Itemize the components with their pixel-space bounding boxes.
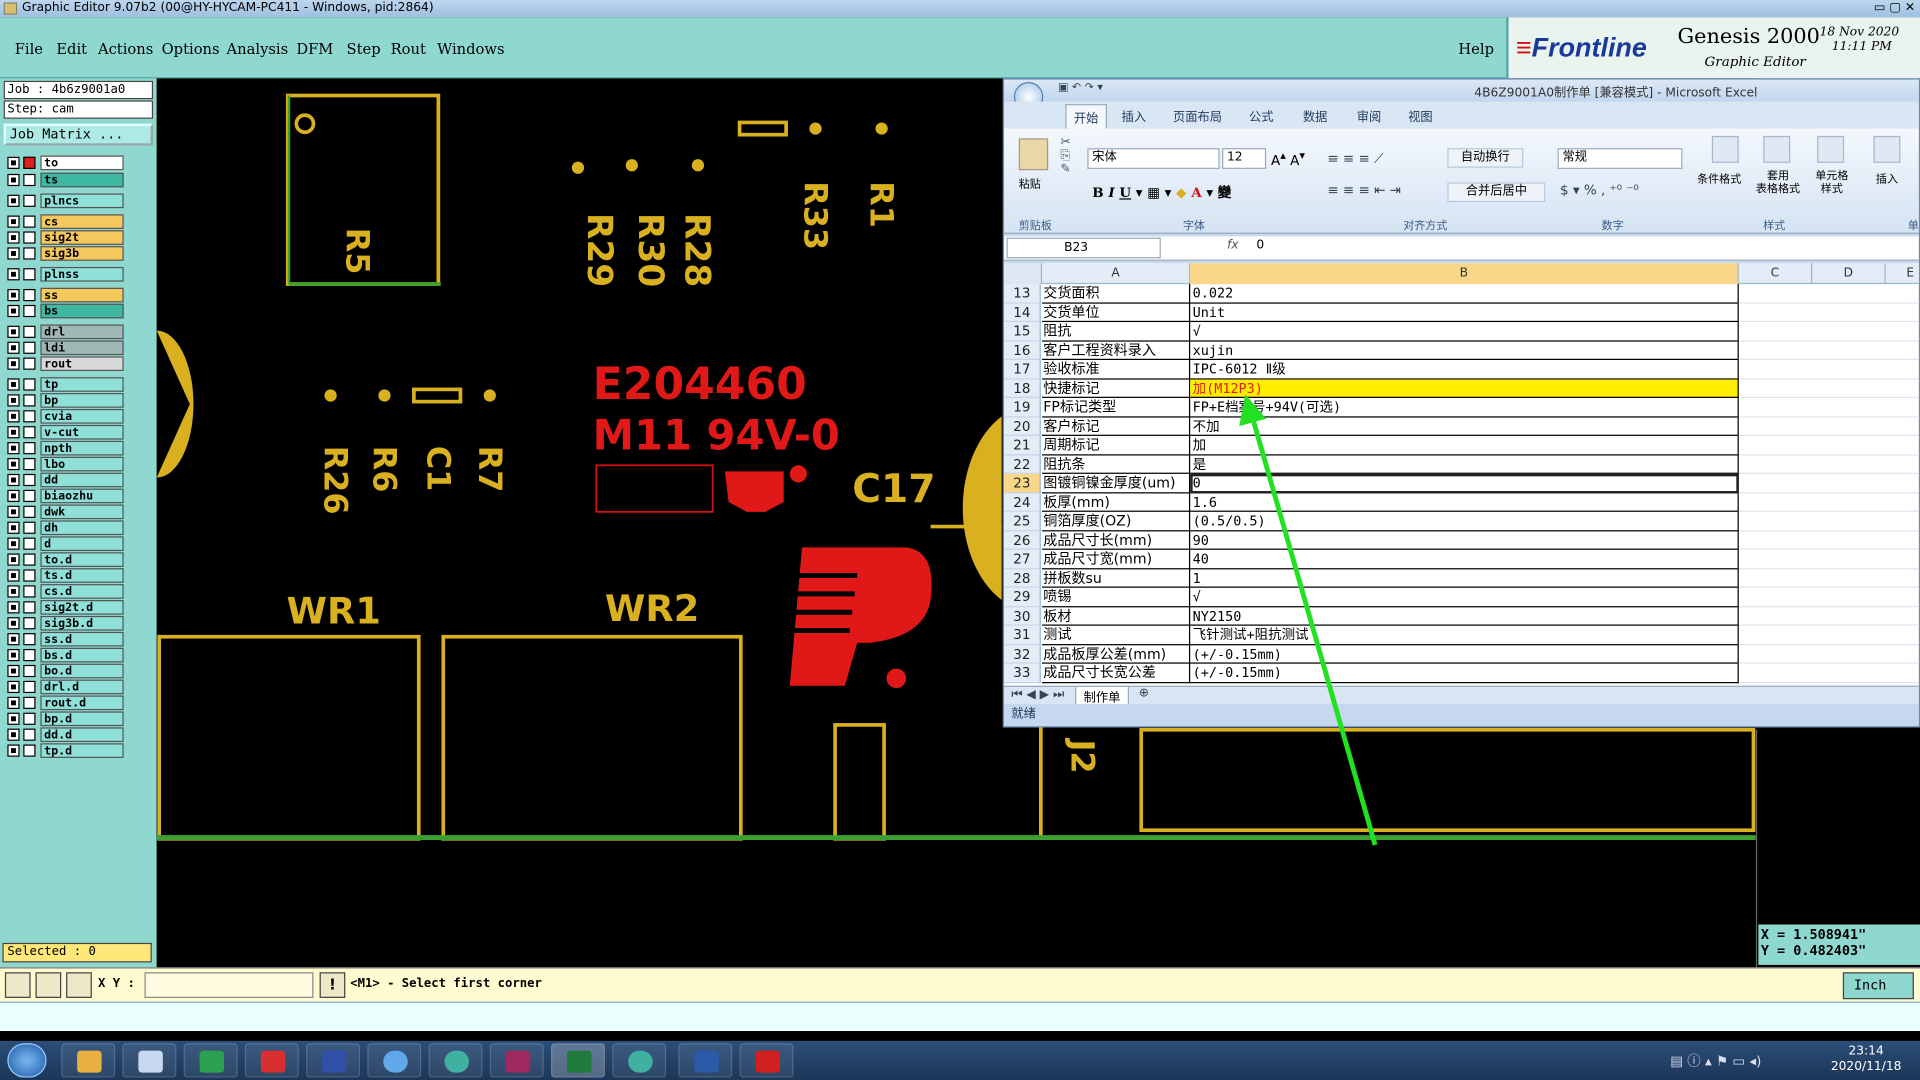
taskbar-app-viewer[interactable] (612, 1043, 667, 1078)
taskbar-app-save[interactable] (306, 1043, 361, 1078)
taskbar-app-x[interactable] (489, 1043, 544, 1078)
taskbar-app-genesis[interactable] (183, 1043, 238, 1078)
taskbar-app-pdf[interactable] (739, 1043, 794, 1078)
tray-icons[interactable]: ▤ ⓘ ▴ ⚑ ▭ ◂) (1670, 1051, 1761, 1071)
taskbar: ▤ ⓘ ▴ ⚑ ▭ ◂) (0, 1040, 1920, 1080)
message-bar (0, 1001, 1920, 1032)
taskbar-app-notepad[interactable] (122, 1043, 177, 1078)
units-selector[interactable]: Inch (1842, 972, 1914, 1000)
command-bar: X Y : ! <M1> - Select first corner Inch (0, 967, 1920, 1002)
taskbar-app-excel[interactable] (551, 1043, 605, 1078)
taskbar-app-eye[interactable] (428, 1043, 483, 1078)
clock-time: 23:14 (1848, 1044, 1884, 1058)
taskbar-clock[interactable]: 23:14 2020/11/18 (1812, 1043, 1920, 1077)
command-prompt: <M1> - Select first corner (350, 977, 542, 991)
taskbar-app-word[interactable] (678, 1043, 733, 1078)
taskbar-app-1[interactable] (61, 1043, 116, 1078)
start-button-icon[interactable] (7, 1043, 47, 1078)
zoom-box-icon[interactable] (4, 972, 31, 998)
zoom-diagonal-icon[interactable] (35, 972, 62, 998)
info-icon[interactable]: ! (319, 972, 346, 998)
xy-input[interactable] (144, 972, 314, 998)
xy-label: X Y : (97, 977, 135, 991)
annotation-arrow (1239, 394, 1378, 846)
taskbar-app-g[interactable] (244, 1043, 299, 1078)
taskbar-app-browser[interactable] (367, 1043, 422, 1078)
grid-snap-icon[interactable] (66, 972, 92, 998)
clock-date: 2020/11/18 (1830, 1060, 1902, 1074)
